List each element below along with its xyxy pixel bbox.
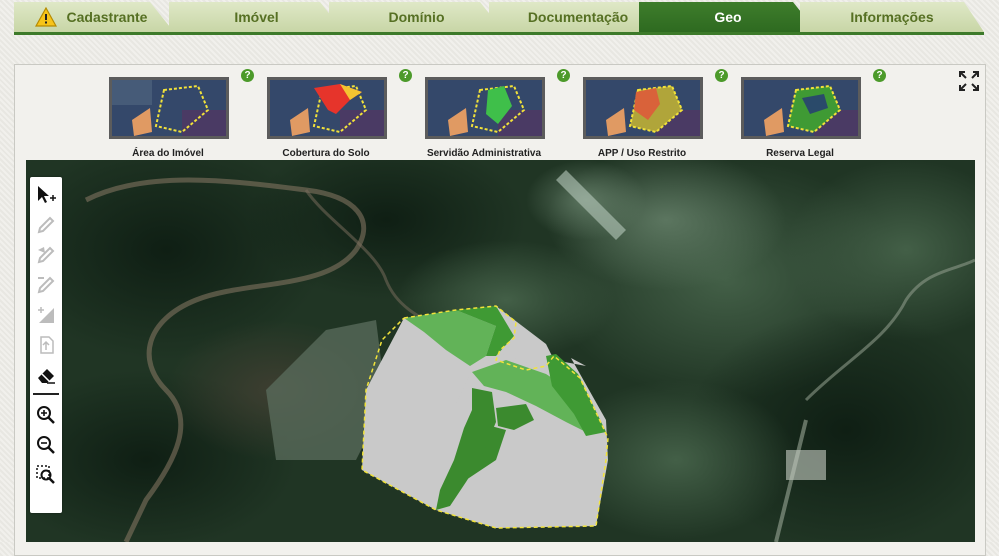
map-toolbar	[30, 177, 62, 513]
satellite-map[interactable]	[26, 160, 975, 542]
tab-informacoes[interactable]: Informações	[800, 2, 984, 32]
draw-pencil-icon[interactable]	[34, 213, 58, 237]
layer-label: Reserva Legal	[766, 148, 834, 159]
layer-thumbnail	[583, 77, 703, 139]
warning-icon	[35, 7, 57, 27]
layer-servidao-administrativa[interactable]: Servidão Administrativa	[425, 77, 545, 159]
import-file-icon[interactable]	[34, 333, 58, 357]
layer-label: Área do Imóvel	[132, 148, 204, 159]
layer-area-imovel[interactable]: Área do Imóvel	[109, 77, 229, 159]
layer-label: APP / Uso Restrito	[597, 148, 687, 159]
tab-dominio[interactable]: Domínio	[329, 2, 504, 32]
map-canvas	[26, 160, 975, 542]
help-icon[interactable]: ?	[557, 69, 570, 82]
measure-area-icon[interactable]	[34, 303, 58, 327]
layer-cobertura-solo[interactable]: Cobertura do Solo	[267, 77, 387, 159]
help-icon[interactable]: ?	[399, 69, 412, 82]
layer-thumbnail	[267, 77, 387, 139]
tab-label: Documentação	[527, 9, 629, 25]
select-pointer-icon[interactable]	[34, 183, 58, 207]
layer-thumbnail	[109, 77, 229, 139]
tab-label: Imóvel	[234, 9, 279, 25]
help-icon[interactable]: ?	[715, 69, 728, 82]
tab-label: Geo	[714, 9, 742, 25]
tab-label: Cadastrante	[66, 9, 148, 25]
tab-label: Domínio	[388, 9, 445, 25]
layer-thumbnail	[741, 77, 861, 139]
tab-underline	[14, 32, 984, 35]
tab-bar: Cadastrante Imóvel Domínio Documentação …	[14, 2, 984, 34]
tab-cadastrante[interactable]: Cadastrante	[14, 2, 174, 32]
layer-label: Cobertura do Solo	[282, 148, 370, 159]
toolbar-divider	[33, 393, 59, 395]
eraser-icon[interactable]	[34, 363, 58, 387]
help-icon[interactable]: ?	[241, 69, 254, 82]
fullscreen-icon[interactable]	[959, 71, 979, 91]
tab-imovel[interactable]: Imóvel	[169, 2, 344, 32]
layer-label: Servidão Administrativa	[426, 148, 542, 159]
draw-line-icon[interactable]	[34, 273, 58, 297]
help-icon[interactable]: ?	[873, 69, 886, 82]
zoom-out-icon[interactable]	[34, 433, 58, 457]
layer-app-uso-restrito[interactable]: APP / Uso Restrito	[583, 77, 703, 159]
tab-geo[interactable]: Geo	[639, 2, 817, 32]
zoom-box-icon[interactable]	[34, 463, 58, 487]
zoom-in-icon[interactable]	[34, 403, 58, 427]
layer-reserva-legal[interactable]: Reserva Legal	[741, 77, 861, 159]
draw-polygon-icon[interactable]	[34, 243, 58, 267]
layer-thumbnail	[425, 77, 545, 139]
tab-label: Informações	[850, 9, 934, 25]
